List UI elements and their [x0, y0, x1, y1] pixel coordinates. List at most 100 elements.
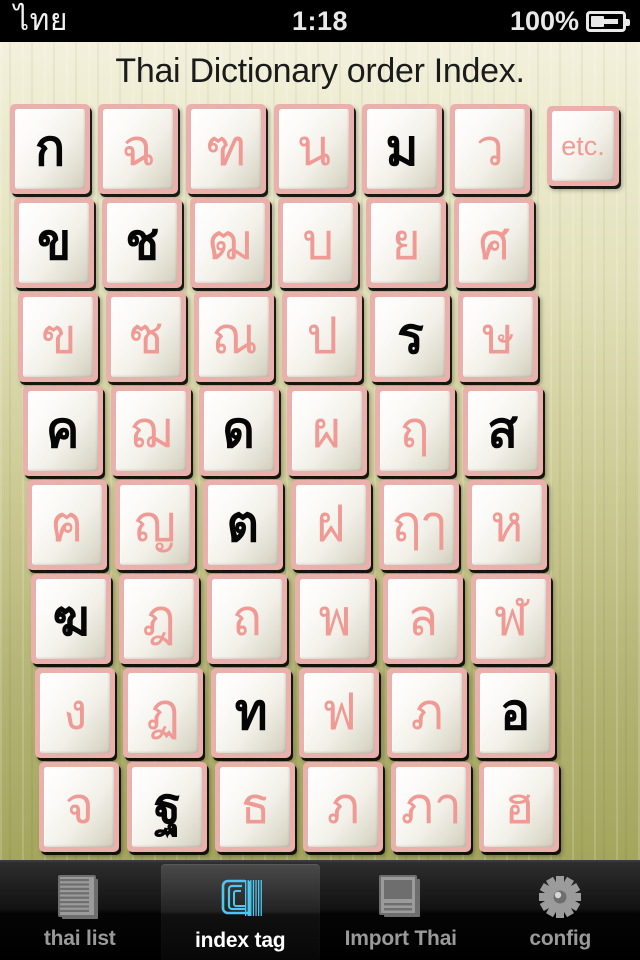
letter-glyph: ฆ [52, 589, 90, 647]
letter-tile[interactable]: ห [466, 480, 547, 570]
letter-tile-face: ฑ [191, 109, 261, 189]
letter-tile[interactable]: ค [22, 386, 103, 476]
letter-tile-face: ฬ [476, 579, 546, 659]
letter-tile[interactable]: น [274, 104, 354, 194]
letter-tile-face: ฌ [115, 391, 186, 471]
letter-tile[interactable]: ฒ [190, 198, 271, 288]
letter-tile[interactable]: ฝ [290, 480, 371, 570]
letter-tile-face: ศ [459, 203, 530, 283]
letter-tile[interactable]: ธ [215, 762, 296, 852]
tab-label: Import Thai [344, 927, 457, 950]
letter-tile[interactable]: ต [202, 480, 283, 570]
letter-tile[interactable]: ถ [207, 574, 287, 664]
letter-glyph: ฏ [146, 683, 180, 741]
letter-tile[interactable]: ภ [387, 668, 468, 758]
tab-import-thai[interactable]: Import Thai [321, 862, 481, 960]
letter-tile-face: ท [216, 673, 287, 753]
letter-tile-face: ฟ [304, 673, 375, 753]
letter-tile[interactable]: ป [282, 292, 363, 382]
letter-tile-face: ห [471, 485, 542, 565]
letter-tile[interactable]: ฤ [374, 386, 455, 476]
letter-glyph: ว [475, 119, 505, 177]
letter-glyph: ท [234, 683, 268, 741]
letter-tile-face: ถ [212, 579, 282, 659]
letter-tile-face: ย [371, 203, 442, 283]
letter-tile[interactable]: ฤๅ [378, 480, 459, 570]
letter-tile[interactable]: ร [370, 292, 451, 382]
letter-tile[interactable]: ณ [194, 292, 275, 382]
letter-tile-face: ษ [463, 297, 534, 377]
tab-config[interactable]: config [481, 862, 640, 960]
letter-tile[interactable]: ฉ [98, 104, 178, 194]
letter-tile-face: ก [15, 109, 85, 189]
letter-glyph: จ [64, 777, 95, 835]
letter-tile[interactable]: ภา [391, 762, 472, 852]
letter-tile-face: ส [467, 391, 538, 471]
letter-tile[interactable]: ฌ [110, 386, 191, 476]
letter-tile[interactable]: ส [462, 386, 543, 476]
letter-glyph: ฒ [207, 213, 253, 271]
letter-glyph: ธ [240, 777, 271, 835]
letter-tile[interactable]: ฏ [123, 668, 204, 758]
letter-tile[interactable]: ด [198, 386, 279, 476]
letter-glyph: ฎ [142, 589, 176, 647]
letter-tile[interactable]: ม [362, 104, 442, 194]
letter-glyph: ฬ [493, 589, 529, 647]
letter-tile[interactable]: ฑ [186, 104, 266, 194]
letter-glyph: ฌ [129, 401, 172, 459]
letter-tile[interactable]: ษ [458, 292, 539, 382]
letter-tile[interactable]: จ [39, 762, 120, 852]
letter-tile[interactable]: ฬ [471, 574, 551, 664]
letter-tile[interactable]: อ [475, 668, 556, 758]
letter-tile-face: ฝ [295, 485, 366, 565]
letter-tile-face: บ [283, 203, 354, 283]
letter-tile-face: ฐ [132, 767, 203, 847]
letter-tile-face: ผ [291, 391, 362, 471]
letter-tile[interactable]: ญ [114, 480, 195, 570]
letter-tile[interactable]: ย [366, 198, 447, 288]
tab-index-tag[interactable]: index tag [160, 864, 320, 960]
letter-tile-face: พ [300, 579, 370, 659]
letter-tile[interactable]: ฟ [299, 668, 380, 758]
letter-tile[interactable]: ภ [303, 762, 384, 852]
letter-glyph: บ [302, 213, 335, 271]
letter-tile[interactable]: ฆ [31, 574, 111, 664]
battery-charging-icon [586, 10, 630, 32]
letter-tile-face: ฎ [124, 579, 194, 659]
letter-tile[interactable]: ฮ [479, 762, 560, 852]
letter-tile[interactable]: ล [383, 574, 463, 664]
tab-bar: thai list index tag Import Thai config [0, 860, 640, 960]
letter-tile-face: ง [40, 673, 111, 753]
letter-tile[interactable]: ศ [454, 198, 535, 288]
letter-tile[interactable]: ฃ [18, 292, 99, 382]
letter-tile-face: ญ [119, 485, 190, 565]
letter-glyph: ย [391, 213, 421, 271]
letter-tile[interactable]: ฐ [127, 762, 208, 852]
letter-glyph: น [296, 119, 332, 177]
letter-tile[interactable]: ซ [106, 292, 187, 382]
letter-tile[interactable]: ท [211, 668, 292, 758]
gear-icon [535, 871, 585, 925]
letter-tile-face: ซ [111, 297, 182, 377]
letter-glyph: ต [226, 495, 260, 553]
etc-tile[interactable]: etc. [547, 106, 619, 186]
letter-glyph: ม [385, 119, 419, 177]
letter-tile-face: ฉ [103, 109, 173, 189]
letter-tile[interactable]: ผ [286, 386, 367, 476]
letter-tile[interactable]: ช [102, 198, 183, 288]
letter-tile[interactable]: พ [295, 574, 375, 664]
letter-glyph: ญ [133, 495, 177, 553]
letter-tile[interactable]: ว [450, 104, 530, 194]
letter-tile[interactable]: ฅ [26, 480, 107, 570]
letter-tile[interactable]: ข [14, 198, 95, 288]
tab-thai-list[interactable]: thai list [0, 862, 160, 960]
letter-tile[interactable]: ง [35, 668, 116, 758]
letter-tile[interactable]: บ [278, 198, 359, 288]
letter-tile-face: ด [203, 391, 274, 471]
letter-tile[interactable]: ก [10, 104, 90, 194]
tab-label: index tag [195, 929, 286, 952]
letter-tile[interactable]: ฎ [119, 574, 199, 664]
letter-glyph: ก [34, 119, 66, 177]
letter-glyph: ร [396, 307, 424, 365]
letter-tile-face: ว [455, 109, 525, 189]
